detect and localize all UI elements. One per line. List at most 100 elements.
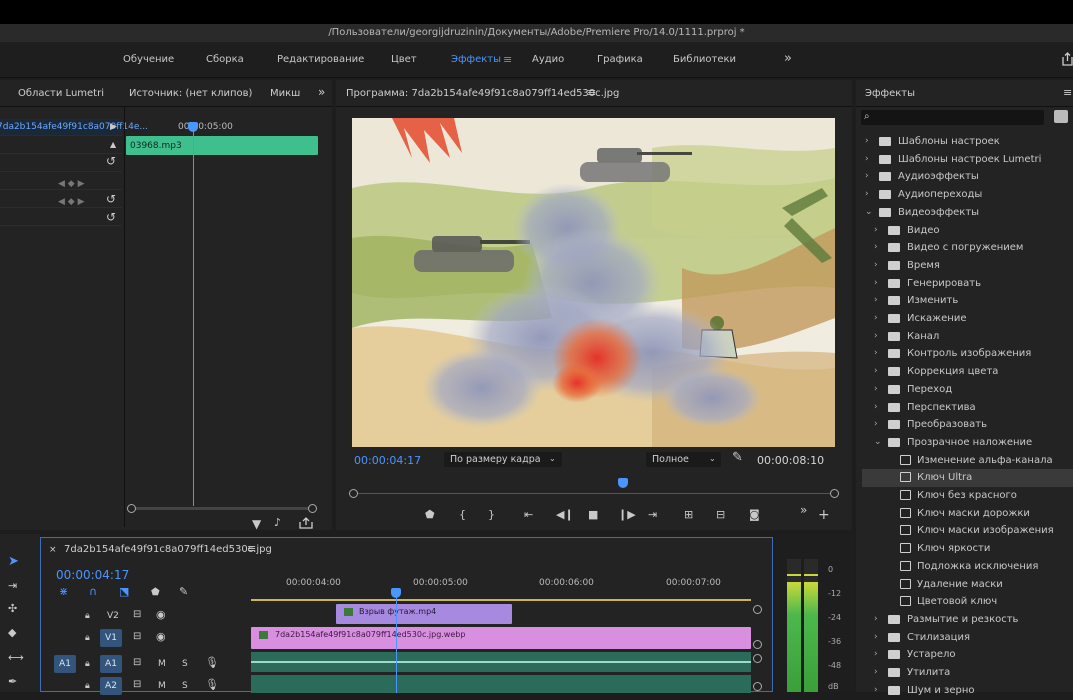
sync-lock-icon[interactable]: ⊟	[133, 679, 141, 691]
sync-lock-icon[interactable]: ⊟	[133, 609, 141, 621]
lock-icon[interactable]: 🔒︎	[85, 680, 90, 692]
share-icon[interactable]	[1061, 52, 1073, 66]
step-forward-icon[interactable]: ❙▶	[618, 509, 636, 521]
effects-tree-item[interactable]: › Контроль изображения	[862, 345, 1073, 363]
slip-tool-icon[interactable]: ⟷	[8, 652, 24, 664]
effects-tree-item[interactable]: › Утилита	[862, 664, 1073, 682]
lock-icon[interactable]: 🔒︎	[85, 632, 90, 644]
effects-tree-item[interactable]: Подложка исключения	[862, 558, 1073, 576]
selection-tool-icon[interactable]: ➤	[8, 555, 19, 568]
sequence-tab[interactable]: 7da2b154afe49f91c8a079ff14ed530c.jpg	[64, 544, 272, 555]
workspace-tab-color[interactable]: Цвет	[391, 54, 417, 65]
scrubber-end-handle[interactable]	[830, 489, 839, 498]
workspace-tab-learning[interactable]: Обучение	[123, 54, 174, 65]
track-target-a2[interactable]: A2	[100, 677, 122, 695]
effects-tree-item[interactable]: › Канал	[862, 328, 1073, 346]
chevron-right-icon[interactable]: ›	[874, 402, 878, 412]
overwrite-icon[interactable]: ⊟	[716, 509, 725, 521]
new-bin-icon[interactable]	[1054, 110, 1068, 123]
wrench-icon[interactable]: ✎	[732, 451, 743, 464]
workspace-overflow-button[interactable]: »	[784, 51, 792, 66]
play-triangle-icon[interactable]: ▶	[110, 121, 117, 133]
chevron-right-icon[interactable]: ›	[865, 189, 869, 199]
program-monitor-title[interactable]: Программа: 7da2b154afe49f91c8a079ff14ed5…	[346, 88, 619, 99]
panel-overflow-button[interactable]: »	[318, 85, 325, 99]
program-video-frame[interactable]	[352, 118, 835, 447]
effects-tree-item[interactable]: › Стилизация	[862, 629, 1073, 647]
work-area-bar[interactable]	[251, 599, 751, 601]
effects-tree-item[interactable]: Удаление маски	[862, 576, 1073, 594]
reset-icon[interactable]: ↺	[106, 155, 116, 167]
mark-out-icon[interactable]: }	[488, 509, 495, 521]
track-select-tool-icon[interactable]: ⇥	[8, 580, 17, 592]
panel-menu-icon[interactable]: ≡	[1063, 86, 1072, 99]
timeline-playhead-handle[interactable]	[391, 588, 401, 598]
chevron-right-icon[interactable]: ›	[874, 295, 878, 305]
snap-icon[interactable]: ∩	[89, 586, 97, 598]
effects-tree-item[interactable]: › Шаблоны настроек	[862, 133, 1073, 151]
mute-button[interactable]: M	[158, 681, 166, 691]
tab-lumetri-scopes[interactable]: Области Lumetri	[18, 88, 104, 99]
solo-button[interactable]: S	[182, 681, 188, 691]
eye-icon[interactable]: ◉	[156, 609, 166, 621]
source-playhead-handle[interactable]	[188, 122, 198, 132]
workspace-tab-editing[interactable]: Редактирование	[277, 54, 364, 65]
clip-a2-audio[interactable]	[251, 675, 751, 693]
panel-menu-icon[interactable]: ≡	[247, 542, 256, 555]
effects-tree-item[interactable]: › Шум и зерно	[862, 682, 1073, 700]
collapse-triangle-icon[interactable]: ▲	[110, 139, 116, 151]
effects-tree-item[interactable]: Ключ без красного	[862, 487, 1073, 505]
add-marker-icon[interactable]: ⬟	[151, 587, 160, 599]
program-current-time[interactable]: 00:00:04:17	[354, 454, 421, 467]
chevron-right-icon[interactable]: ›	[874, 366, 878, 376]
chevron-right-icon[interactable]: ›	[874, 225, 878, 235]
effects-tree-item[interactable]: › Время	[862, 257, 1073, 275]
scroll-handle[interactable]	[753, 605, 762, 614]
effects-tree-item[interactable]: › Аудиопереходы	[862, 186, 1073, 204]
scroll-handle[interactable]	[753, 682, 762, 691]
scrubber-start-handle[interactable]	[349, 489, 358, 498]
chevron-right-icon[interactable]: ›	[874, 419, 878, 429]
clip-a1-audio[interactable]	[251, 652, 751, 672]
effects-tree-item[interactable]: › Аудиоэффекты	[862, 168, 1073, 186]
ripple-edit-tool-icon[interactable]: ✣	[8, 603, 17, 615]
chevron-right-icon[interactable]: ›	[874, 685, 878, 695]
filter-icon[interactable]: ▼	[252, 518, 261, 530]
effects-panel-title[interactable]: Эффекты	[865, 88, 915, 99]
add-button-icon[interactable]: +	[818, 508, 830, 522]
mute-button[interactable]: M	[158, 659, 166, 669]
nest-icon[interactable]: ⋇	[59, 586, 68, 598]
lock-icon[interactable]: 🔒︎	[85, 610, 90, 622]
effects-tree-item[interactable]: › Шаблоны настроек Lumetri	[862, 151, 1073, 169]
effects-tree-item[interactable]: ⌄ Видеоэффекты	[862, 204, 1073, 222]
tab-mixer[interactable]: Микш	[270, 88, 300, 99]
reset-icon[interactable]: ↺	[106, 211, 116, 223]
chevron-right-icon[interactable]: ›	[874, 632, 878, 642]
chevron-right-icon[interactable]: ›	[874, 278, 878, 288]
program-playhead[interactable]	[617, 478, 628, 488]
microphone-icon[interactable]: 🎙︎	[205, 679, 219, 691]
effects-search-input[interactable]	[861, 110, 1044, 125]
sync-lock-icon[interactable]: ⊟	[133, 631, 141, 643]
sync-lock-icon[interactable]: ⊟	[133, 657, 141, 669]
insert-icon[interactable]: ⊞	[684, 509, 693, 521]
pen-tool-icon[interactable]: ✒	[8, 676, 17, 688]
chevron-right-icon[interactable]: ›	[874, 260, 878, 270]
camera-icon[interactable]: ◙	[749, 509, 760, 521]
stop-icon[interactable]: ■	[588, 509, 598, 521]
chevron-right-icon[interactable]: ›	[865, 136, 869, 146]
effects-tree-item[interactable]: › Коррекция цвета	[862, 363, 1073, 381]
chevron-right-icon[interactable]: ›	[874, 242, 878, 252]
effects-tree-item[interactable]: Изменение альфа-канала	[862, 452, 1073, 470]
chevron-right-icon[interactable]: ›	[865, 171, 869, 181]
track-target-v1[interactable]: V1	[100, 629, 122, 647]
timeline-current-time[interactable]: 00:00:04:17	[56, 568, 129, 582]
timeline-playhead[interactable]	[396, 590, 397, 693]
effects-tree-item[interactable]: › Размытие и резкость	[862, 611, 1073, 629]
microphone-icon[interactable]: 🎙︎	[205, 657, 219, 669]
effects-tree-item[interactable]: ⌄ Прозрачное наложение	[862, 434, 1073, 452]
chevron-right-icon[interactable]: ›	[874, 649, 878, 659]
workspace-menu-icon[interactable]: ≡	[503, 53, 512, 66]
chevron-right-icon[interactable]: ›	[874, 667, 878, 677]
chevron-right-icon[interactable]: ›	[874, 331, 878, 341]
